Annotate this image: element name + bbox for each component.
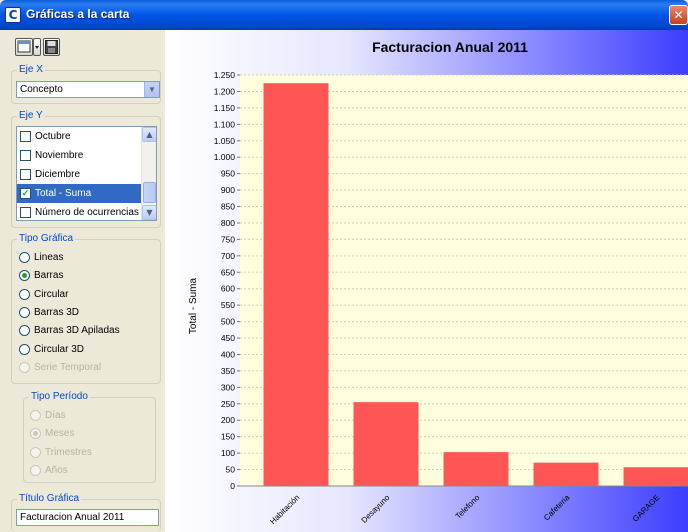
radio-button[interactable] bbox=[19, 288, 30, 300]
radio-label: Meses bbox=[45, 428, 75, 440]
y-tick-label: 1.200 bbox=[214, 86, 236, 96]
radio-button bbox=[30, 446, 41, 458]
list-item-label: Diciembre bbox=[35, 169, 81, 180]
checkbox[interactable] bbox=[20, 150, 31, 161]
y-tick-label: 300 bbox=[221, 382, 235, 392]
eje-x-label: Eje X bbox=[17, 64, 45, 75]
chart-title-input[interactable]: Facturacion Anual 2011 bbox=[16, 509, 159, 526]
y-tick-label: 250 bbox=[221, 399, 235, 409]
y-tick-label: 950 bbox=[221, 169, 235, 179]
window-title: Gráficas a la carta bbox=[26, 7, 130, 21]
eje-y-label: Eje Y bbox=[17, 110, 45, 121]
tipo-periodo-label: Tipo Período bbox=[29, 391, 90, 402]
y-tick-label: 350 bbox=[221, 366, 235, 376]
radio-label: Circular bbox=[34, 288, 69, 300]
radio-button bbox=[30, 464, 41, 476]
app-icon: C bbox=[5, 7, 21, 23]
y-tick-label: 550 bbox=[221, 300, 235, 310]
checkbox[interactable] bbox=[20, 169, 31, 180]
y-tick-label: 200 bbox=[221, 415, 235, 425]
list-item[interactable]: Número de ocurrencias bbox=[17, 203, 141, 220]
radio-button[interactable] bbox=[19, 306, 30, 318]
checkbox[interactable] bbox=[20, 131, 31, 142]
scroll-thumb[interactable] bbox=[143, 182, 156, 203]
list-item-label: Total - Suma bbox=[35, 188, 92, 199]
save-button[interactable] bbox=[43, 38, 60, 56]
radio-label: Serie Temporal bbox=[34, 361, 102, 373]
radio-button[interactable] bbox=[19, 343, 30, 355]
list-item-label: Noviembre bbox=[35, 150, 84, 161]
eje-y-list[interactable]: Octubre Noviembre Diciembre ✓ Total - Suma Nú… bbox=[16, 126, 157, 221]
radio-label: Años bbox=[45, 464, 68, 476]
dropdown-arrow-icon bbox=[35, 46, 39, 49]
radio-button bbox=[30, 410, 41, 421]
bar bbox=[533, 462, 599, 486]
y-tick-label: 900 bbox=[221, 185, 235, 195]
y-tick-label: 450 bbox=[221, 333, 235, 343]
chart-panel: Facturacion Anual 2011 0 50 100 150 200 250 30… bbox=[165, 30, 688, 532]
radio-label: Barras 3D bbox=[34, 306, 80, 318]
titulo-grafica-label: Título Gráfica bbox=[17, 493, 82, 504]
list-item[interactable]: ✓ Total - Suma bbox=[17, 184, 141, 203]
radio-label: Barras 3D Apiladas bbox=[34, 325, 120, 337]
radio-button[interactable] bbox=[19, 252, 30, 263]
radio-label: Lineas bbox=[34, 252, 64, 263]
radio-button bbox=[19, 361, 30, 373]
y-tick-label: 1.000 bbox=[214, 152, 236, 162]
y-tick-label: 1.100 bbox=[214, 119, 236, 129]
list-item[interactable]: Diciembre bbox=[17, 165, 141, 184]
tipo-grafica-label: Tipo Gráfica bbox=[17, 233, 76, 244]
tipo-periodo-group bbox=[23, 397, 156, 483]
list-item-label: Número de ocurrencias bbox=[35, 207, 139, 218]
y-tick-label: 150 bbox=[221, 432, 235, 442]
y-tick-label: 650 bbox=[221, 267, 235, 277]
y-axis-label: Total - Suma bbox=[188, 277, 199, 334]
radio-label: Días bbox=[45, 410, 66, 421]
chart-title: Facturacion Anual 2011 bbox=[372, 39, 528, 55]
eje-x-select[interactable]: Concepto ▼ bbox=[16, 81, 160, 98]
y-tick-label: 700 bbox=[221, 251, 235, 261]
y-tick-label: 100 bbox=[221, 448, 235, 458]
new-chart-button[interactable] bbox=[15, 38, 33, 56]
y-tick-label: 850 bbox=[221, 202, 235, 212]
y-tick-label: 1.250 bbox=[214, 70, 236, 80]
radio-label: Circular 3D bbox=[34, 343, 85, 355]
y-tick-label: 1.150 bbox=[214, 103, 236, 113]
y-tick-label: 0 bbox=[230, 481, 235, 491]
chart-menu-dropdown[interactable] bbox=[33, 38, 41, 56]
checkbox[interactable] bbox=[20, 207, 31, 218]
close-button[interactable]: ✕ bbox=[669, 5, 688, 25]
list-scrollbar[interactable]: ▲ ▼ bbox=[141, 127, 156, 220]
y-tick-label: 1.050 bbox=[214, 136, 236, 146]
y-tick-label: 400 bbox=[221, 349, 235, 359]
bar bbox=[353, 402, 419, 486]
new-chart-icon bbox=[17, 40, 31, 53]
list-item[interactable]: Octubre bbox=[17, 127, 141, 146]
list-item[interactable]: Noviembre bbox=[17, 146, 141, 165]
radio-label: Barras bbox=[34, 270, 64, 282]
y-tick-label: 50 bbox=[226, 465, 236, 475]
bar bbox=[443, 452, 509, 486]
chart-svg: Facturacion Anual 2011 0 50 100 150 200 250 30… bbox=[165, 30, 688, 532]
list-item-label: Octubre bbox=[35, 131, 71, 142]
eje-x-selected-value: Concepto bbox=[20, 84, 63, 95]
radio-label: Trimestres bbox=[45, 446, 92, 458]
y-tick-label: 600 bbox=[221, 284, 235, 294]
scroll-down-icon[interactable]: ▼ bbox=[142, 205, 156, 220]
bar bbox=[623, 467, 688, 486]
save-icon bbox=[45, 40, 58, 54]
y-tick-label: 750 bbox=[221, 234, 235, 244]
y-tick-label: 800 bbox=[221, 218, 235, 228]
window-titlebar[interactable]: C Gráficas a la carta ✕ bbox=[0, 0, 688, 30]
y-tick-label: 500 bbox=[221, 317, 235, 327]
scroll-up-icon[interactable]: ▲ bbox=[142, 127, 156, 142]
bar bbox=[263, 83, 329, 486]
chevron-down-icon[interactable]: ▼ bbox=[144, 82, 159, 97]
checkbox[interactable]: ✓ bbox=[20, 188, 31, 199]
